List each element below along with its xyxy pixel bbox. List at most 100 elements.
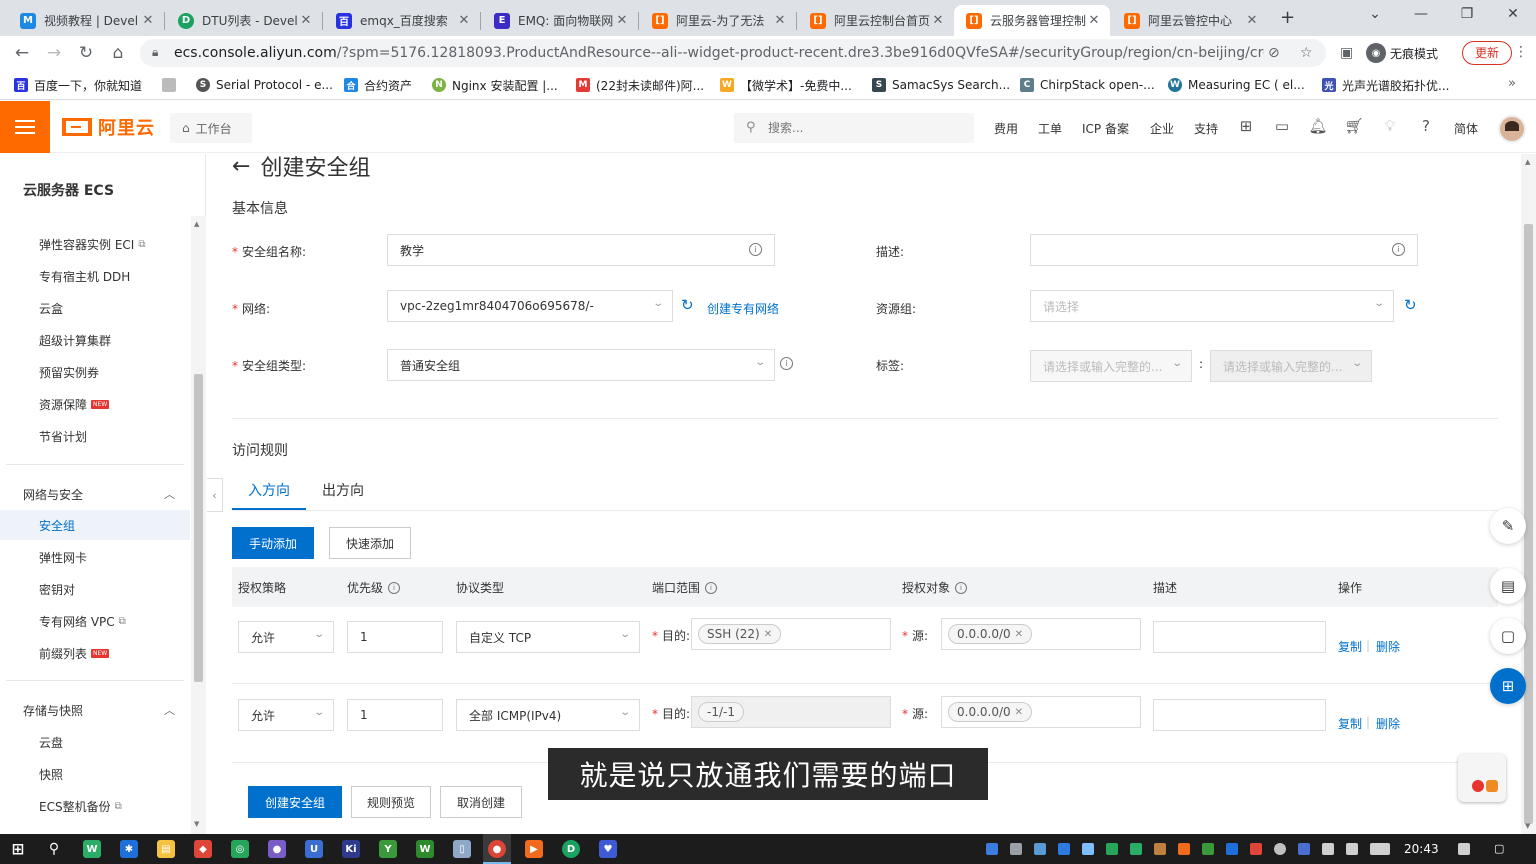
app-red-icon[interactable]: ◆	[194, 840, 212, 858]
wifi-icon[interactable]	[1322, 843, 1334, 855]
sidebar-item-disk[interactable]: 云盘	[39, 732, 63, 752]
sidebar-item-eci[interactable]: 弹性容器实例 ECI ⧉	[39, 234, 145, 254]
home-icon[interactable]: ⌂	[106, 42, 130, 64]
scroll-up-arrow-icon[interactable]: ▲	[1525, 158, 1530, 166]
remove-tag-icon[interactable]: ✕	[764, 629, 772, 640]
more-menu-icon[interactable]: ⋮	[1514, 44, 1528, 60]
scroll-down-arrow-icon[interactable]: ▼	[1525, 822, 1530, 830]
tray-icon[interactable]	[1082, 843, 1094, 855]
app-teal-icon[interactable]: D	[562, 840, 580, 858]
floating-app-icon[interactable]	[1458, 754, 1506, 802]
restore-icon[interactable]: ❐	[1452, 6, 1482, 22]
sidebar-item-keypair[interactable]: 密钥对	[39, 579, 75, 599]
tray-icon[interactable]	[1010, 843, 1022, 855]
browser-tab[interactable]: [] 阿里云控制台首页 ✕	[798, 5, 954, 36]
cancel-create-button[interactable]: 取消创建	[440, 786, 522, 818]
rule-description-input[interactable]	[1153, 621, 1326, 653]
nav-fees[interactable]: 费用	[994, 120, 1018, 137]
edit-pen-icon[interactable]: ✎	[1490, 508, 1526, 544]
bookmark-item[interactable]: 光光声光谱胶拓扑优...	[1322, 76, 1449, 94]
app-doc-icon[interactable]: ▯	[453, 840, 471, 858]
nav-icp[interactable]: ICP 备案	[1082, 120, 1129, 137]
eye-off-icon[interactable]: ⊘	[1268, 45, 1280, 61]
chat-icon[interactable]: ▢	[1490, 618, 1526, 654]
bookmark-item[interactable]	[162, 76, 182, 94]
app-u-icon[interactable]: U	[305, 840, 323, 858]
source-input[interactable]: 0.0.0.0/0 ✕	[941, 696, 1141, 728]
app-purple-icon[interactable]: ●	[268, 840, 286, 858]
bookmark-item[interactable]: 合合约资产	[344, 76, 412, 94]
rule-preview-button[interactable]: 规则预览	[351, 786, 431, 818]
app-blue-icon[interactable]: ✱	[120, 840, 138, 858]
sidebar-item-backup[interactable]: ECS整机备份 ⧉	[39, 796, 122, 816]
bookmark-star-icon[interactable]: ☆	[1300, 45, 1313, 61]
manual-add-button[interactable]: 手动添加	[232, 527, 314, 559]
close-icon[interactable]: ✕	[298, 13, 314, 28]
policy-select[interactable]: 允许 ⌄	[238, 699, 334, 731]
create-security-group-button[interactable]: 创建安全组	[248, 786, 342, 818]
info-icon[interactable]: i	[1392, 243, 1405, 256]
language-switch[interactable]: 简体	[1454, 120, 1478, 137]
rule-description-input[interactable]	[1153, 699, 1326, 731]
browser-tab[interactable]: [] 阿里云管控中心 ✕	[1112, 5, 1268, 36]
address-bar[interactable]: 🔒︎ ecs.console.aliyun.com/?spm=5176.1281…	[140, 39, 1326, 67]
book-icon[interactable]: ▤	[1490, 568, 1526, 604]
tray-icon[interactable]	[1154, 843, 1166, 855]
reload-icon[interactable]: ↻	[74, 42, 98, 64]
console-search[interactable]: ⚲	[734, 113, 974, 143]
sidebar-panel-icon[interactable]: ▣	[1340, 45, 1353, 61]
browser-tab[interactable]: D DTU列表 - Devel ✕	[166, 5, 322, 36]
protocol-select[interactable]: 全部 ICMP(IPv4) ⌄	[456, 699, 640, 731]
bookmark-item[interactable]: C ChirpStack open-...	[1020, 76, 1155, 94]
close-icon[interactable]: ✕	[1244, 13, 1260, 28]
scroll-up-arrow-icon[interactable]: ▲	[194, 220, 199, 228]
search-input[interactable]	[768, 118, 958, 138]
info-icon[interactable]: i	[388, 581, 401, 594]
sidebar-group-network[interactable]: 网络与安全 ︿	[23, 484, 183, 504]
browser-tab-active[interactable]: [] 云服务器管理控制 ✕	[954, 5, 1110, 36]
terminal-icon[interactable]: ▭	[1272, 117, 1292, 135]
remove-tag-icon[interactable]: ✕	[1015, 707, 1023, 718]
sidebar-item-ddh[interactable]: 专有宿主机 DDH	[39, 266, 130, 286]
bookmark-item[interactable]: M (22封未读邮件)阿...	[576, 76, 704, 94]
info-icon[interactable]: i	[780, 357, 793, 370]
sidebar-group-storage[interactable]: 存储与快照 ︿	[23, 700, 183, 720]
tab-search-chevron-icon[interactable]: ⌄	[1360, 6, 1390, 22]
app-y-icon[interactable]: Y	[379, 840, 397, 858]
close-icon[interactable]: ✕	[1086, 13, 1102, 28]
port-range-input[interactable]: SSH (22) ✕	[691, 618, 891, 650]
app-w-icon[interactable]: W	[416, 840, 434, 858]
bookmark-item[interactable]: 百百度一下，你就知道	[14, 76, 142, 94]
resource-group-select[interactable]: 请选择 ⌄	[1030, 290, 1394, 322]
priority-input[interactable]: 1	[347, 699, 443, 731]
wechat-icon[interactable]: W	[83, 840, 101, 858]
tray-icon[interactable]	[1226, 843, 1238, 855]
nav-support[interactable]: 支持	[1194, 120, 1218, 137]
close-icon[interactable]: ✕	[930, 13, 946, 28]
back-arrow-icon[interactable]: ←	[10, 42, 34, 64]
show-desktop-icon[interactable]: ▢	[1494, 842, 1504, 855]
bell-icon[interactable]: 🔔︎	[1308, 117, 1328, 135]
sidebar-item-eni[interactable]: 弹性网卡	[39, 547, 87, 567]
close-window-icon[interactable]: ✕	[1498, 6, 1528, 22]
apps-grid-icon[interactable]: ⊞	[1490, 668, 1526, 704]
nav-enterprise[interactable]: 企业	[1150, 120, 1174, 137]
quick-add-button[interactable]: 快速添加	[329, 527, 411, 559]
bluetooth-icon[interactable]	[1298, 843, 1310, 855]
app-shield-icon[interactable]: ♥	[599, 840, 617, 858]
close-icon[interactable]: ✕	[140, 13, 156, 28]
info-icon[interactable]: i	[749, 243, 762, 256]
search-icon[interactable]: ⚲	[45, 840, 63, 858]
sidebar-item-scc[interactable]: 超级计算集群	[39, 330, 111, 350]
sidebar-item-reserved[interactable]: 预留实例券	[39, 362, 99, 382]
tray-icon[interactable]	[1058, 843, 1070, 855]
incognito-indicator[interactable]: ◉ 无痕模式	[1366, 41, 1438, 65]
priority-input[interactable]: 1	[347, 621, 443, 653]
cart-icon[interactable]: 🛒︎	[1344, 117, 1364, 135]
description-input[interactable]: i	[1030, 234, 1418, 266]
browser-tab[interactable]: E EMQ: 面向物联网 ✕	[482, 5, 638, 36]
sidebar-item-security-group[interactable]: 安全组	[39, 515, 75, 535]
tray-icon[interactable]	[1106, 843, 1118, 855]
bookmark-item[interactable]: S Serial Protocol - e...	[196, 76, 333, 94]
port-range-input[interactable]: -1/-1	[691, 696, 891, 728]
